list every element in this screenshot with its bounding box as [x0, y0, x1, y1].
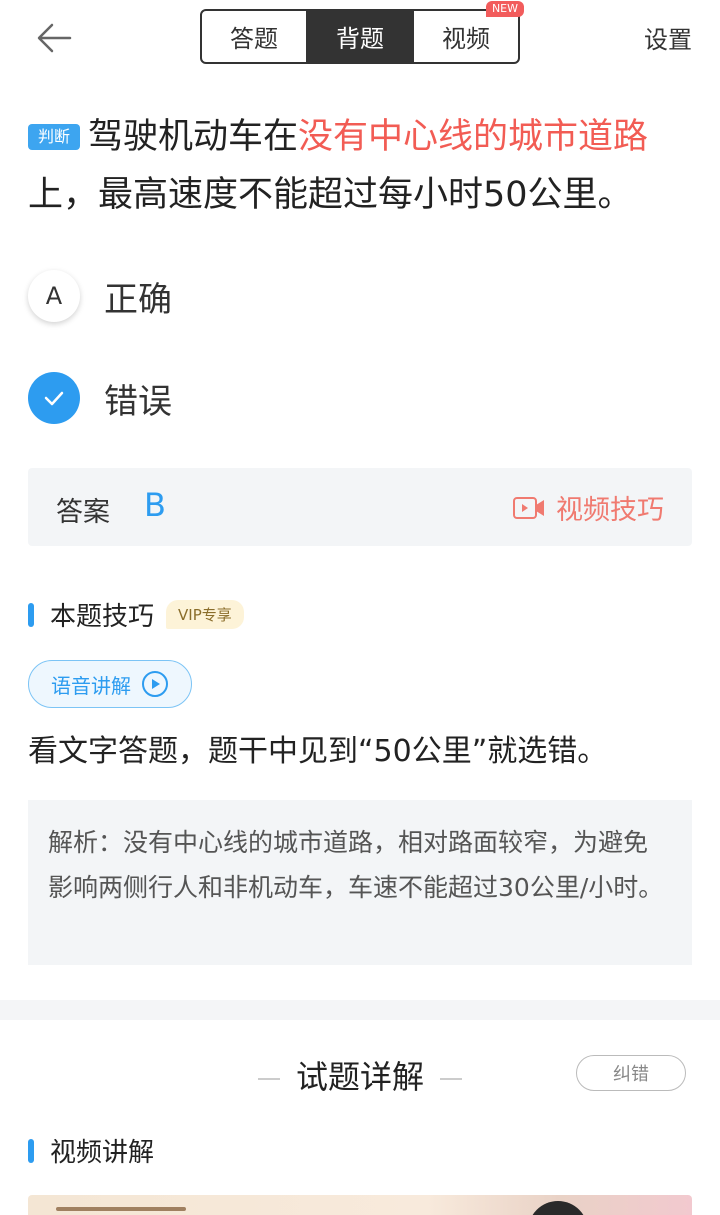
question-text-before: 驾驶机动车在: [88, 117, 299, 157]
question-highlight: 没有中心线的城市道路: [298, 117, 649, 157]
option-a-key: A: [45, 282, 63, 310]
video-tip-button[interactable]: 视频技巧: [512, 488, 664, 527]
arrow-left-icon: [37, 23, 72, 53]
title-accent-bar: [28, 602, 34, 627]
play-icon: [142, 671, 168, 697]
answer-box: 答案 B 视频技巧: [28, 468, 692, 546]
option-b-circle: [28, 372, 80, 424]
question-type-tag: 判断: [28, 124, 81, 150]
report-error-label: 纠错: [613, 1064, 649, 1085]
title-dash-right: [440, 1078, 462, 1080]
analysis-box: 解析：没有中心线的城市道路，相对路面较窄，为避免影响两侧行人和非机动车，车速不能…: [28, 800, 692, 965]
answer-value: B: [144, 486, 166, 524]
tip-title-text: 本题技巧: [50, 602, 155, 632]
tab-answer[interactable]: 答题: [202, 11, 306, 62]
tab-video-label: 视频: [442, 25, 490, 53]
settings-button[interactable]: 设置: [644, 20, 692, 55]
video-icon: [513, 496, 544, 519]
question-text: 判断 驾驶机动车在没有中心线的城市道路上，最高速度不能超过每小时50公里。: [28, 108, 696, 224]
section-divider: [0, 1000, 720, 1020]
voice-explain-button[interactable]: 语音讲解: [28, 660, 192, 708]
tab-answer-label: 答题: [230, 25, 278, 53]
option-a[interactable]: A 正确: [28, 268, 328, 324]
option-a-circle: A: [28, 270, 80, 322]
option-b[interactable]: 错误: [28, 370, 328, 426]
back-button[interactable]: [32, 16, 88, 60]
title-accent-bar: [28, 1138, 34, 1163]
mode-tabs: 答题 背题 视频 NEW: [200, 1, 524, 64]
video-title-text: 视频讲解: [50, 1138, 155, 1168]
analysis-text: 解析：没有中心线的城市道路，相对路面较窄，为避免影响两侧行人和非机动车，车速不能…: [48, 828, 664, 902]
option-a-label: 正确: [104, 279, 172, 320]
video-section-title: 视频讲解: [28, 1132, 154, 1169]
title-dash-left: [257, 1078, 280, 1080]
report-error-button[interactable]: 纠错: [576, 1055, 686, 1091]
thumbnail-decoration: [56, 1207, 186, 1211]
detail-title-text: 试题详解: [295, 1058, 424, 1096]
exam-page: 答题 背题 视频 NEW 设置 判断 驾驶机动车在没有中心线的城市道路上，最高速度…: [0, 0, 720, 1215]
answer-label: 答案: [56, 497, 110, 528]
tip-section-title: 本题技巧 VIP专享: [28, 596, 244, 633]
new-badge: NEW: [485, 1, 524, 17]
vip-badge: VIP专享: [166, 600, 244, 629]
voice-explain-label: 语音讲解: [51, 673, 131, 698]
tab-memorize-label: 背题: [336, 25, 384, 53]
option-b-label: 错误: [104, 381, 172, 422]
thumbnail-presenter: [528, 1201, 588, 1215]
tip-text: 看文字答题，题干中见到“50公里”就选错。: [28, 734, 608, 769]
question-text-after: 上，最高速度不能超过每小时50公里。: [28, 175, 633, 215]
video-thumbnail[interactable]: [28, 1195, 692, 1215]
video-tip-label: 视频技巧: [556, 495, 664, 526]
tab-video[interactable]: 视频 NEW: [412, 1, 524, 62]
tab-memorize[interactable]: 背题: [306, 11, 412, 62]
check-icon: [44, 391, 64, 406]
